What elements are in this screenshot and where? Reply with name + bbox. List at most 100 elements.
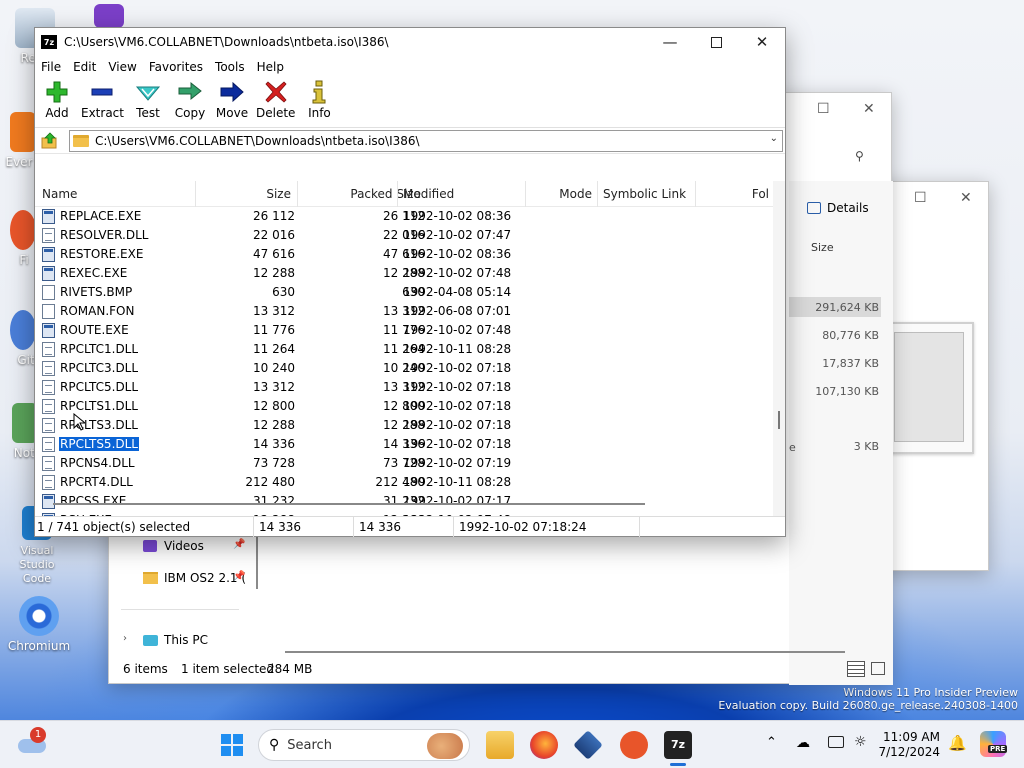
taskbar-virtualbox[interactable] xyxy=(573,730,603,760)
table-row[interactable]: ROMAN.FON 13 312 13 312 1992-06-08 07:01 xyxy=(35,302,775,321)
column-divider[interactable] xyxy=(397,181,398,207)
column-header-name[interactable]: Name xyxy=(42,187,77,201)
maximize-button[interactable] xyxy=(693,28,739,56)
dll-file-icon xyxy=(42,418,55,433)
content-hscrollbar[interactable] xyxy=(285,651,845,653)
move-button[interactable]: Move xyxy=(214,78,250,120)
nav-item-ibm-os2[interactable]: IBM OS2 2.1 ( xyxy=(143,571,246,585)
menu-edit[interactable]: Edit xyxy=(67,60,102,74)
column-divider[interactable] xyxy=(195,181,196,207)
chevron-up-icon[interactable]: ⌃ xyxy=(766,735,777,750)
display-icon[interactable] xyxy=(828,736,844,748)
table-row[interactable]: RPCLTC5.DLL 13 312 13 312 1992-10-02 07:18 xyxy=(35,378,775,397)
delete-label: Delete xyxy=(255,106,296,120)
start-button[interactable] xyxy=(218,731,246,759)
network-off-icon[interactable]: ☁ xyxy=(796,735,810,751)
minimize-button[interactable]: — xyxy=(647,28,693,56)
delete-button[interactable]: Delete xyxy=(256,78,295,120)
file-list[interactable]: Name Size Packed Size Modified Mode Symb… xyxy=(35,181,775,525)
copy-label: Copy xyxy=(174,106,206,120)
desktop-icon-chromium[interactable]: Chromium xyxy=(6,596,72,653)
taskbar-file-explorer[interactable] xyxy=(486,731,514,759)
vertical-scroll-thumb[interactable] xyxy=(778,411,780,429)
table-row[interactable]: RPCLTC3.DLL 10 240 10 240 1992-10-02 07:18 xyxy=(35,359,775,378)
nav-item-this-pc[interactable]: This PC xyxy=(143,633,208,647)
clock[interactable]: 11:09 AM 7/12/2024 xyxy=(878,730,940,760)
maximize-icon[interactable]: ☐ xyxy=(914,190,927,206)
details-button[interactable]: Details xyxy=(807,201,869,215)
copy-button[interactable]: Copy xyxy=(172,78,208,120)
modified-date: 1992-10-02 07:18 xyxy=(403,437,512,451)
horizontal-scrollbar[interactable] xyxy=(35,498,775,510)
menu-help[interactable]: Help xyxy=(251,60,290,74)
column-divider[interactable] xyxy=(695,181,696,207)
accessibility-icon[interactable]: ☼ xyxy=(854,734,867,750)
table-row[interactable]: RPCLTC1.DLL 11 264 11 264 1992-10-11 08:28 xyxy=(35,340,775,359)
pin-icon[interactable]: 📌 xyxy=(233,571,245,582)
info-button[interactable]: Info xyxy=(301,78,337,120)
column-header-symbolic-link[interactable]: Symbolic Link xyxy=(603,187,686,201)
column-divider[interactable] xyxy=(597,181,598,207)
column-header-size[interactable]: Size xyxy=(811,241,834,254)
table-row[interactable]: RPCLTS1.DLL 12 800 12 800 1992-10-02 07:18 xyxy=(35,397,775,416)
column-divider[interactable] xyxy=(297,181,298,207)
column-header-modified[interactable]: Modified xyxy=(403,187,454,201)
menu-tools[interactable]: Tools xyxy=(209,60,251,74)
column-divider[interactable] xyxy=(525,181,526,207)
taskbar-7zip[interactable]: 7z xyxy=(664,731,692,759)
status-modified: 1992-10-02 07:18:24 xyxy=(459,520,587,534)
tiles-view-icon[interactable] xyxy=(871,662,885,675)
chevron-down-icon[interactable]: ⌄ xyxy=(770,133,778,144)
vertical-scrollbar[interactable] xyxy=(773,181,785,525)
taskbar-search[interactable]: ⚲ Search xyxy=(258,729,470,761)
table-row[interactable]: RESTORE.EXE 47 616 47 616 1992-10-02 08:36 xyxy=(35,245,775,264)
nav-scrollbar[interactable] xyxy=(256,537,258,589)
file-size: 26 112 xyxy=(253,209,295,223)
address-input[interactable]: C:\Users\VM6.COLLABNET\Downloads\ntbeta.… xyxy=(69,129,783,152)
table-row[interactable]: RPCLTS3.DLL 12 288 12 288 1992-10-02 07:18 xyxy=(35,416,775,435)
notification-bell-icon[interactable]: 🔔 xyxy=(948,734,967,752)
status-selection: 1 / 741 object(s) selected xyxy=(37,520,191,534)
up-folder-button[interactable] xyxy=(39,131,61,151)
weather-widget[interactable]: 1 xyxy=(18,727,46,755)
column-header-size[interactable]: Size xyxy=(266,187,291,201)
taskbar-firefox[interactable] xyxy=(530,731,558,759)
table-row[interactable]: RIVETS.BMP 630 630 1992-04-08 05:14 xyxy=(35,283,775,302)
title-bar[interactable]: 7z C:\Users\VM6.COLLABNET\Downloads\ntbe… xyxy=(35,28,785,56)
file-name: RPCLTS1.DLL xyxy=(60,399,138,413)
menu-view[interactable]: View xyxy=(102,60,142,74)
chevron-right-icon[interactable]: › xyxy=(123,633,127,644)
test-button[interactable]: Test xyxy=(130,78,166,120)
nav-item-videos[interactable]: Videos xyxy=(143,539,204,553)
table-row[interactable]: RPCLTS5.DLL 14 336 14 336 1992-10-02 07:18 xyxy=(35,435,775,454)
visual-studio-icon xyxy=(94,4,124,28)
column-header-folders[interactable]: Fol xyxy=(752,187,769,201)
table-row[interactable]: RESOLVER.DLL 22 016 22 016 1992-10-02 07:47 xyxy=(35,226,775,245)
pin-icon[interactable]: 📌 xyxy=(233,539,245,550)
extract-button[interactable]: Extract xyxy=(81,78,124,120)
table-row[interactable]: RPCNS4.DLL 73 728 73 728 1992-10-02 07:19 xyxy=(35,454,775,473)
close-icon[interactable]: ✕ xyxy=(960,190,972,206)
menu-favorites[interactable]: Favorites xyxy=(143,60,209,74)
details-view-icon[interactable] xyxy=(847,661,865,677)
horizontal-scroll-thumb[interactable] xyxy=(53,503,645,505)
table-row[interactable]: REXEC.EXE 12 288 12 288 1992-10-02 07:48 xyxy=(35,264,775,283)
arrow-right-icon xyxy=(219,78,245,105)
table-row[interactable]: REPLACE.EXE 26 112 26 112 1992-10-02 08:36 xyxy=(35,207,775,226)
menu-file[interactable]: File xyxy=(35,60,67,74)
add-button[interactable]: Add xyxy=(39,78,75,120)
taskbar-git-gui[interactable] xyxy=(620,731,648,759)
status-selected: 1 item selected xyxy=(181,662,275,676)
maximize-icon[interactable]: ☐ xyxy=(817,101,830,117)
search-icon[interactable]: ⚲ xyxy=(855,149,864,163)
close-button[interactable]: ✕ xyxy=(739,28,785,56)
column-header-mode[interactable]: Mode xyxy=(559,187,592,201)
close-icon[interactable]: ✕ xyxy=(863,101,875,117)
minimize-icon: — xyxy=(662,33,678,51)
desktop-icon-label: Git xyxy=(17,353,35,367)
table-row[interactable]: RPCRT4.DLL 212 480 212 480 1992-10-11 08:28 xyxy=(35,473,775,492)
check-icon xyxy=(135,78,161,105)
table-row[interactable]: ROUTE.EXE 11 776 11 776 1992-10-02 07:48 xyxy=(35,321,775,340)
copilot-button[interactable]: PRE xyxy=(980,731,1008,757)
7zip-window[interactable]: 7z C:\Users\VM6.COLLABNET\Downloads\ntbe… xyxy=(34,27,786,537)
